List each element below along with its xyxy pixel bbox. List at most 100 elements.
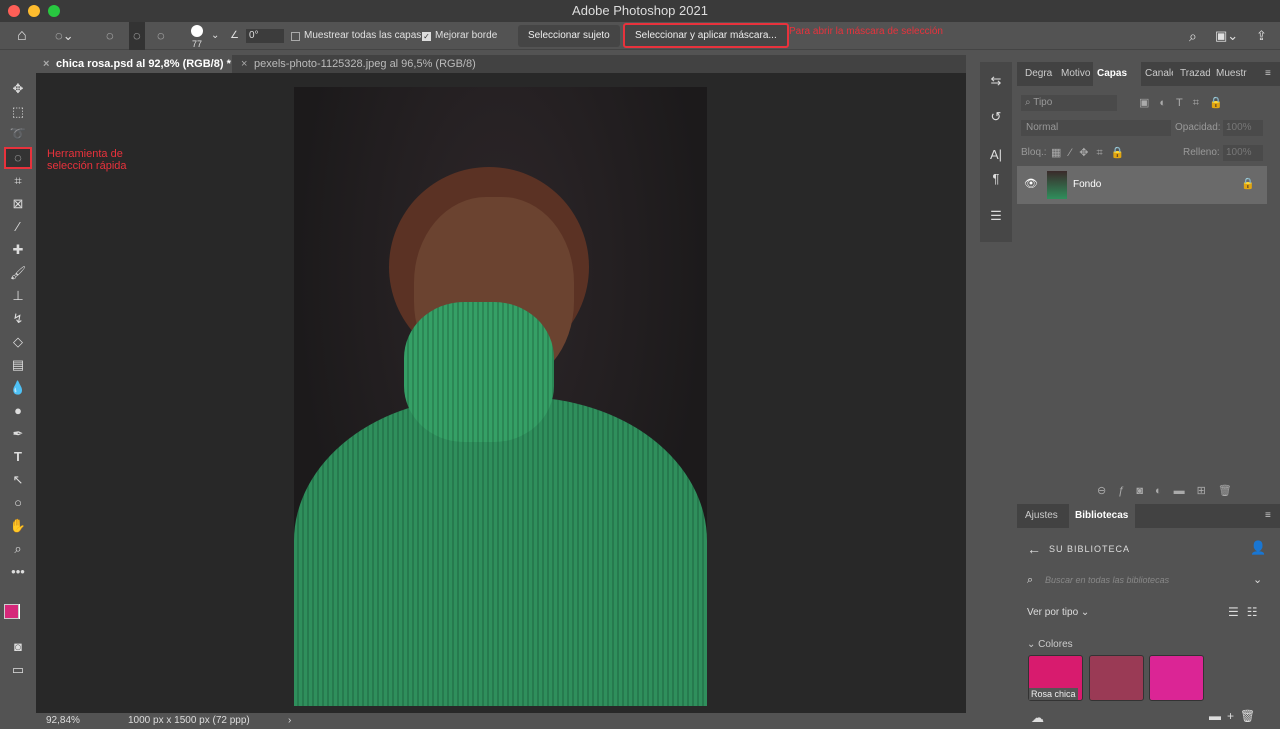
angle-input[interactable]: 0° <box>246 29 284 43</box>
eyedropper-tool-icon[interactable]: ⁄ <box>8 218 28 236</box>
character-icon[interactable]: A| <box>986 146 1006 164</box>
more-tools-icon[interactable]: ••• <box>8 563 28 581</box>
blend-mode-select[interactable]: Normal <box>1021 120 1171 136</box>
select-and-mask-button[interactable]: Seleccionar y aplicar máscara... <box>623 23 789 48</box>
eraser-tool-icon[interactable]: ◇ <box>8 333 28 351</box>
tab-channels[interactable]: Canales <box>1145 62 1173 86</box>
move-tool-icon[interactable]: ✥ <box>8 80 28 98</box>
right-panels: Degra Motivo Capas Canales Trazados Mues… <box>1017 62 1280 729</box>
quick-selection-tool-icon[interactable]: ◌ <box>4 147 32 169</box>
foreground-color-swatch[interactable] <box>4 604 19 619</box>
tab-swatches[interactable]: Muestr <box>1216 62 1247 86</box>
layer-actions[interactable]: ⊖ƒ◙◐▬⊞🗑 <box>1097 484 1244 497</box>
dodge-tool-icon[interactable]: ● <box>8 402 28 420</box>
colors-section-header[interactable]: ⌄ Colores <box>1027 639 1073 650</box>
gradient-tool-icon[interactable]: ▤ <box>8 356 28 374</box>
lock-icon: 🔒 <box>1241 178 1255 190</box>
new-selection-icon[interactable]: ◌ <box>106 22 114 50</box>
share-icon[interactable]: ⇪ <box>1256 22 1267 50</box>
tab-layers[interactable]: Capas <box>1093 62 1141 86</box>
history-brush-icon[interactable]: ↯ <box>8 310 28 328</box>
paragraph-icon[interactable]: ¶ <box>986 170 1006 188</box>
library-search-input[interactable]: Buscar en todas las bibliotecas <box>1045 575 1169 585</box>
chevron-right-icon[interactable]: › <box>288 713 291 729</box>
blur-tool-icon[interactable]: 💧 <box>8 379 28 397</box>
home-icon[interactable]: ⌂ <box>17 22 27 50</box>
opacity-input[interactable]: 100% <box>1223 120 1263 136</box>
view-by-type-dropdown[interactable]: Ver por tipo ⌄ <box>1027 607 1089 618</box>
add-to-selection-icon[interactable]: ◌ <box>129 22 145 50</box>
color-swatch-rosa-chica[interactable]: Rosa chica <box>1028 655 1083 701</box>
invite-user-icon[interactable]: 👤 <box>1250 540 1266 556</box>
tab-pexels-photo[interactable]: × pexels-photo-1125328.jpeg al 96,5% (RG… <box>234 55 476 73</box>
screen-mode-icon[interactable]: ▭ <box>8 661 28 679</box>
eye-icon[interactable]: 👁 <box>1024 177 1038 190</box>
tab-adjustments[interactable]: Ajustes <box>1025 504 1058 528</box>
close-tab-icon[interactable]: × <box>241 55 247 73</box>
quick-mask-icon[interactable]: ◙ <box>8 638 28 656</box>
panel-menu-icon[interactable]: ≡ <box>1265 62 1271 86</box>
lock-icons[interactable]: ▦⁄✥⌗🔒 <box>1051 146 1132 160</box>
color-swatch[interactable] <box>1089 655 1144 701</box>
app-title: Adobe Photoshop 2021 <box>572 3 708 18</box>
search-icon[interactable]: ⌕ <box>1189 22 1197 50</box>
close-tab-icon[interactable]: × <box>43 55 49 73</box>
marquee-tool-icon[interactable]: ⬚ <box>8 103 28 121</box>
tab-chica-rosa[interactable]: × chica rosa.psd al 92,8% (RGB/8) * <box>36 55 232 73</box>
fill-input[interactable]: 100% <box>1223 145 1263 161</box>
tab-label: chica rosa.psd al 92,8% (RGB/8) * <box>56 58 231 70</box>
document-tabs: × chica rosa.psd al 92,8% (RGB/8) * × pe… <box>36 55 966 73</box>
swatch-label: Rosa chica <box>1029 688 1078 700</box>
close-window-button[interactable] <box>8 5 20 17</box>
tab-libraries[interactable]: Bibliotecas <box>1069 504 1135 528</box>
shape-tool-icon[interactable]: ○ <box>8 494 28 512</box>
healing-brush-icon[interactable]: ✚ <box>8 241 28 259</box>
filter-label: Tipo <box>1033 97 1053 108</box>
document-image[interactable] <box>294 87 707 706</box>
brush-tool-icon[interactable]: 🖌 <box>8 264 28 282</box>
library-title: SU BIBLIOTECA <box>1049 544 1131 554</box>
cloud-icon[interactable]: ☁ <box>1031 710 1044 726</box>
properties-icon[interactable]: ⇆ <box>986 72 1006 90</box>
tab-gradients[interactable]: Degra <box>1025 62 1052 86</box>
sample-all-checkbox[interactable] <box>291 32 300 41</box>
subtract-selection-icon[interactable]: ◌ <box>157 22 165 50</box>
layer-row[interactable]: 👁 Fondo 🔒 <box>1017 166 1267 204</box>
tab-patterns[interactable]: Motivo <box>1061 62 1090 86</box>
sample-all-label: Muestrear todas las capas <box>304 30 422 41</box>
zoom-window-button[interactable] <box>48 5 60 17</box>
frame-tool-icon[interactable]: ⊠ <box>8 195 28 213</box>
back-arrow-icon[interactable]: ← <box>1027 541 1041 557</box>
minimize-window-button[interactable] <box>28 5 40 17</box>
crop-tool-icon[interactable]: ⌗ <box>8 172 28 190</box>
tab-paths[interactable]: Trazados <box>1180 62 1210 86</box>
pen-tool-icon[interactable]: ✒ <box>8 425 28 443</box>
stamp-tool-icon[interactable]: ⊥ <box>8 287 28 305</box>
history-icon[interactable]: ↺ <box>986 108 1006 126</box>
layer-name: Fondo <box>1073 179 1102 190</box>
annotation-line: Herramienta de <box>47 148 123 160</box>
layer-filter-select[interactable]: ⌕ Tipo <box>1021 95 1117 111</box>
chevron-down-icon[interactable]: ⌄ <box>1253 573 1262 586</box>
adjustments-icon[interactable]: ☰ <box>986 207 1006 225</box>
type-tool-icon[interactable]: T <box>8 448 28 466</box>
zoom-level[interactable]: 92,84% <box>46 713 80 729</box>
options-bar: ⌂ ◌⌄ ◌ ◌ ◌ 77 ⌄ ∠ 0° Muestrear todas las… <box>0 22 1280 50</box>
color-swatch[interactable] <box>1149 655 1204 701</box>
lock-label: Bloq.: <box>1021 147 1047 158</box>
filter-icons[interactable]: ▣◐T⌗🔒 <box>1139 96 1233 110</box>
title-bar: Adobe Photoshop 2021 <box>0 0 1280 22</box>
quick-selection-preset-icon[interactable]: ◌⌄ <box>55 22 74 50</box>
panel-menu-icon[interactable]: ≡ <box>1265 504 1271 528</box>
enhance-edge-checkbox[interactable]: ✓ <box>422 32 431 41</box>
path-selection-icon[interactable]: ↖ <box>8 471 28 489</box>
chevron-down-icon[interactable]: ⌄ <box>211 22 219 50</box>
zoom-tool-icon[interactable]: ⌕ <box>8 540 28 558</box>
library-actions[interactable]: ▬+🗑 <box>1209 709 1261 723</box>
lasso-tool-icon[interactable]: ➰ <box>8 125 28 143</box>
select-subject-button[interactable]: Seleccionar sujeto <box>518 25 620 47</box>
hand-tool-icon[interactable]: ✋ <box>8 517 28 535</box>
sort-list-icons[interactable]: ☰☷ <box>1228 605 1266 619</box>
annotation-mask: Para abrir la máscara de selección <box>789 26 943 37</box>
workspace-icon[interactable]: ▣⌄ <box>1215 22 1238 50</box>
